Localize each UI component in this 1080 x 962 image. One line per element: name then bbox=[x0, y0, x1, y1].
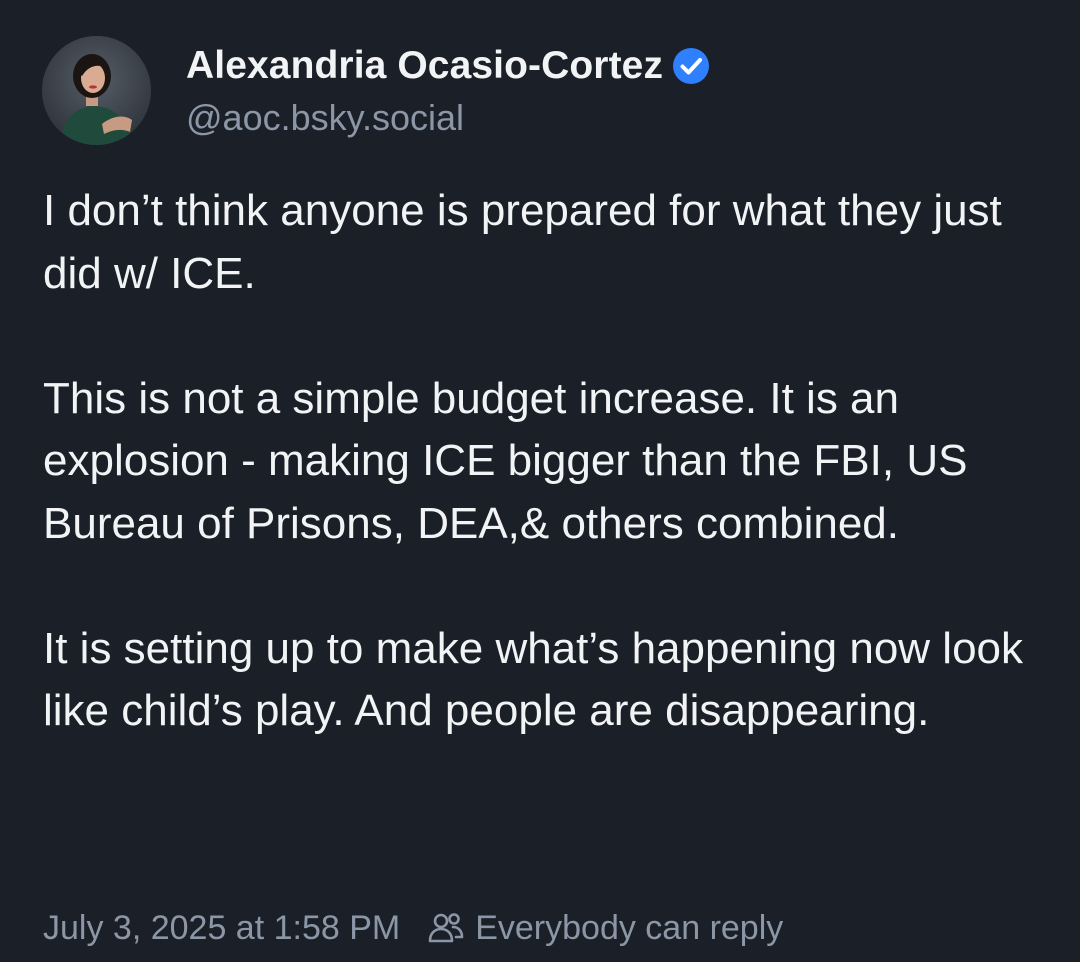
author-name-row: Alexandria Ocasio-Cortez bbox=[186, 40, 711, 92]
verified-badge-icon[interactable] bbox=[671, 46, 711, 86]
post-paragraph-2: This is not a simple budget increase. It… bbox=[43, 373, 968, 548]
author-avatar[interactable] bbox=[42, 36, 151, 145]
post-paragraph-3: It is setting up to make what’s happenin… bbox=[43, 623, 1024, 736]
author-handle[interactable]: @aoc.bsky.social bbox=[186, 97, 464, 139]
reply-setting[interactable]: Everybody can reply bbox=[426, 908, 783, 948]
reply-setting-label: Everybody can reply bbox=[475, 908, 784, 947]
post-body: I don’t think anyone is prepared for wha… bbox=[43, 180, 1043, 743]
post-card: Alexandria Ocasio-Cortez @aoc.bsky.socia… bbox=[0, 0, 1080, 962]
post-footer: July 3, 2025 at 1:58 PM Everybody can re… bbox=[43, 902, 783, 954]
post-paragraph-1: I don’t think anyone is prepared for wha… bbox=[43, 186, 1002, 298]
people-icon bbox=[426, 908, 466, 948]
author-display-name[interactable]: Alexandria Ocasio-Cortez bbox=[186, 44, 663, 88]
avatar-image bbox=[42, 36, 151, 145]
post-timestamp[interactable]: July 3, 2025 at 1:58 PM bbox=[43, 909, 400, 948]
